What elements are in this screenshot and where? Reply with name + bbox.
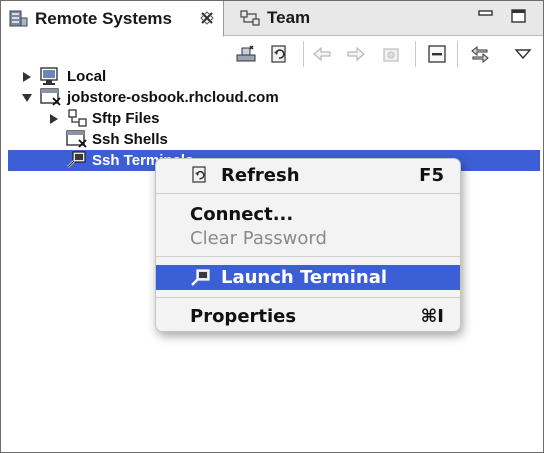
ssh-terminals-icon [65,150,87,170]
tree-item-label: jobstore-osbook.rhcloud.com [67,89,279,106]
terminal-icon [189,268,211,288]
menu-item-label: Properties [190,305,297,327]
tab-team[interactable]: Team [233,1,310,35]
menu-item-shortcut: F5 [419,164,444,186]
toolbar-separator [415,41,416,67]
menu-item-label: Launch Terminal [221,267,388,288]
tree-item-label: Sftp Files [92,110,160,127]
menu-separator [156,256,460,257]
forward-arrow-icon[interactable] [343,41,369,67]
menu-item-label: Connect... [190,203,294,225]
back-arrow-icon[interactable] [309,41,335,67]
tab-label: Remote Systems [35,8,173,28]
collapse-all-icon[interactable] [424,41,450,67]
home-icon[interactable] [378,41,404,67]
refresh-view-icon[interactable] [266,41,292,67]
remote-host-icon [39,87,61,107]
expand-arrow-icon[interactable] [21,70,33,82]
collapse-arrow-icon[interactable] [21,91,33,103]
menu-item-launch-terminal[interactable]: Launch Terminal [156,265,460,290]
view-menu-icon[interactable] [510,41,536,67]
remote-systems-view: Remote Systems Team Local jobstore-osboo… [0,0,544,453]
tree-item-label: Local [67,68,107,85]
tree-item-ssh-shells[interactable]: Ssh Shells [1,129,543,150]
sftp-files-icon [67,108,89,128]
context-menu: Refresh F5 Connect... Clear Password Lau… [155,158,461,332]
refresh-icon [189,165,211,185]
tree-item-host[interactable]: jobstore-osbook.rhcloud.com [1,87,543,108]
tree-item-local[interactable]: Local [1,66,543,87]
tree-item-sftp-files[interactable]: Sftp Files [1,108,543,129]
remote-systems-icon [7,8,29,30]
menu-item-refresh[interactable]: Refresh F5 [156,163,460,187]
menu-separator [156,193,460,194]
menu-separator [156,297,460,298]
tab-label: Team [267,8,311,27]
local-system-icon [39,66,61,86]
close-icon[interactable] [198,9,216,27]
view-tab-bar: Remote Systems Team [1,1,543,37]
maximize-icon[interactable] [510,8,528,24]
menu-item-connect[interactable]: Connect... [156,202,460,226]
tree-item-label: Ssh Shells [92,131,168,148]
menu-item-label: Clear Password [190,227,327,249]
minimize-icon[interactable] [477,8,495,24]
tab-remote-systems[interactable]: Remote Systems [1,1,224,37]
menu-item-label: Refresh [221,164,300,186]
menu-item-shortcut: ⌘I [420,305,444,327]
toolbar-separator [303,41,304,67]
expand-arrow-icon[interactable] [48,112,60,124]
menu-item-clear-password: Clear Password [156,226,460,250]
ssh-shells-icon [65,129,87,149]
menu-item-properties[interactable]: Properties ⌘I [156,304,460,328]
link-with-editor-icon[interactable] [467,41,493,67]
new-connection-icon[interactable] [233,41,259,67]
toolbar-separator [457,41,458,67]
team-icon [239,7,261,29]
